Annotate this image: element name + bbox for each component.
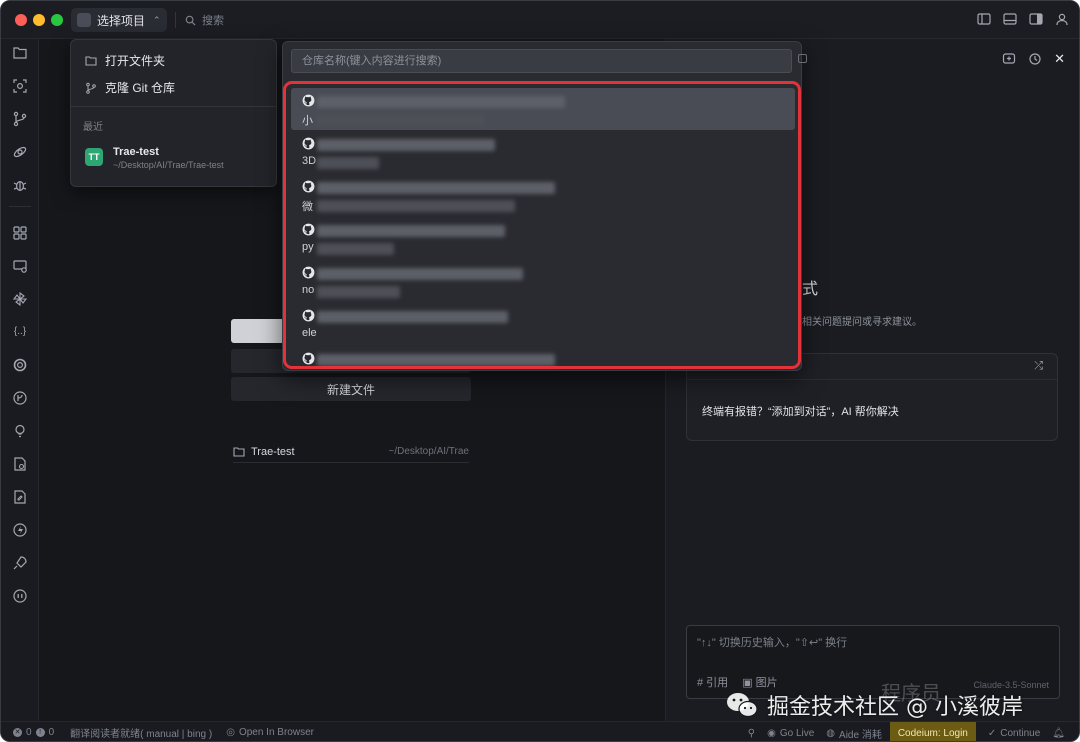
recent-project-name: Trae-test: [233, 446, 295, 458]
close-window-button[interactable]: [15, 14, 27, 26]
activity-divider: [9, 206, 31, 207]
remote-icon[interactable]: [12, 144, 28, 160]
recent-project-label: Trae-test: [251, 445, 295, 458]
go-live[interactable]: ◉ Go Live: [767, 728, 814, 739]
project-icon: [77, 13, 91, 27]
select-project-button[interactable]: 选择项目 ⌃: [71, 8, 167, 32]
maximize-window-button[interactable]: [51, 14, 63, 26]
toggle-panel-icon[interactable]: [1003, 12, 1017, 26]
warning-icon: !: [35, 728, 45, 737]
ring-icon[interactable]: [12, 357, 28, 373]
app-window: 选择项目 ⌃ 搜索 {..} 新建文件 Trae-test ~/Desktop/…: [0, 0, 1080, 742]
debug-icon[interactable]: [12, 177, 28, 193]
image-button[interactable]: ▣ 图片: [742, 674, 777, 690]
title-bar: 选择项目 ⌃ 搜索: [1, 1, 1079, 39]
rocket-icon[interactable]: [12, 555, 28, 571]
chevron-up-icon: ⌃: [153, 14, 161, 25]
select-project-label: 选择项目: [97, 13, 146, 28]
lightning-icon[interactable]: [12, 522, 28, 538]
divider: [175, 12, 176, 28]
recent-project-row[interactable]: Trae-test ~/Desktop/AI/Trae: [233, 441, 469, 463]
source-control-icon[interactable]: [12, 111, 28, 127]
recent-heading: 最近: [83, 122, 103, 133]
project-menu: 打开文件夹 克隆 Git 仓库 最近 TT Trae-test ~/Deskto…: [70, 39, 277, 187]
globe-icon: ◎: [226, 727, 235, 738]
codeium-login[interactable]: Codeium: Login: [889, 722, 976, 741]
chat-title: 式: [802, 281, 819, 298]
picker-scroll-indicator: [798, 54, 807, 63]
shuffle-icon[interactable]: ⤮: [1034, 360, 1043, 373]
chat-input-placeholder: "↑↓" 切换历史输入，"⇧↩" 换行: [697, 637, 848, 649]
radio-icon: ◉: [767, 727, 776, 739]
repo-search-input[interactable]: [291, 49, 792, 73]
check-icon: ✓: [987, 727, 997, 739]
reference-button[interactable]: # 引用: [697, 674, 728, 690]
menu-divider: [71, 106, 276, 107]
bell-icon[interactable]: 🔔︎: [1052, 728, 1065, 739]
activity-bar: {..}: [1, 39, 39, 721]
clone-repo-item[interactable]: 克隆 Git 仓库: [85, 79, 175, 96]
status-bar: ✕ 0 ! 0 翻译阅读者就绪( manual | bing ) ◎ Open …: [1, 721, 1079, 741]
toggle-sidebar-icon[interactable]: [977, 12, 991, 26]
branch-circle-icon[interactable]: [12, 390, 28, 406]
recent-project-name[interactable]: Trae-test: [113, 146, 159, 158]
new-chat-icon[interactable]: [1002, 52, 1016, 66]
pinwheel-icon[interactable]: [12, 291, 28, 307]
highlight-annotation: [283, 81, 801, 369]
search-label: 搜索: [202, 15, 224, 27]
chat-subtitle: 相关问题提问或寻求建议。: [802, 317, 922, 328]
recent-project-path: ~/Desktop/AI/Trae/Trae-test: [113, 160, 224, 170]
minimize-window-button[interactable]: [33, 14, 45, 26]
file-edit-icon[interactable]: [12, 489, 28, 505]
open-in-browser[interactable]: ◎ Open In Browser: [226, 727, 314, 738]
problems-indicator[interactable]: ✕ 0 ! 0: [13, 727, 54, 738]
image-label: 图片: [755, 677, 778, 689]
robot-icon[interactable]: [12, 588, 28, 604]
error-count: 0: [26, 727, 32, 738]
error-icon: ✕: [13, 728, 22, 737]
close-icon[interactable]: ✕: [1054, 51, 1065, 67]
remote-explorer-icon[interactable]: [12, 258, 28, 274]
watermark-text: 掘金技术社区 @ 小溪彼岸: [767, 695, 1023, 720]
wechat-logo-icon: [727, 693, 758, 718]
broadcast-icon[interactable]: ⚲: [748, 728, 755, 739]
global-search[interactable]: 搜索: [185, 12, 224, 28]
warning-count: 0: [48, 727, 55, 738]
watermark: 掘金技术社区 @ 小溪彼岸: [725, 689, 1023, 721]
recent-project-path: ~/Desktop/AI/Trae: [388, 446, 470, 457]
continue-status[interactable]: ✓ Continue: [988, 728, 1040, 739]
clone-repo-label: 克隆 Git 仓库: [105, 81, 176, 95]
continue-label: Continue: [1000, 727, 1041, 739]
search-icon: [185, 15, 196, 26]
open-folder-label: 打开文件夹: [105, 54, 166, 68]
chat-toolbar: ✕: [1002, 51, 1065, 67]
project-avatar: TT: [85, 148, 103, 166]
account-icon[interactable]: [1055, 12, 1069, 26]
aide-icon: ◍: [826, 727, 836, 739]
layout-controls: [977, 12, 1069, 26]
translate-status[interactable]: 翻译阅读者就绪( manual | bing ): [70, 725, 212, 740]
aide-status[interactable]: ◍ Aide 消耗: [826, 726, 882, 741]
status-right: ⚲ ◉ Go Live ◍ Aide 消耗 Codeium: Login ✓ Cont…: [736, 722, 1079, 741]
git-branch-icon: [86, 82, 96, 94]
open-folder-item[interactable]: 打开文件夹: [85, 52, 165, 69]
extensions-icon[interactable]: [12, 225, 28, 241]
explorer-icon[interactable]: [12, 45, 28, 61]
toggle-aux-sidebar-icon[interactable]: [1029, 12, 1043, 26]
folder-icon: [233, 447, 245, 457]
bulb-icon[interactable]: [12, 423, 28, 439]
tip-card-text: 终端有报错？“添加到对话”，AI 帮你解决: [702, 406, 899, 418]
chat-input[interactable]: "↑↓" 切换历史输入，"⇧↩" 换行 # 引用 ▣ 图片 Claude-3.5…: [686, 625, 1060, 699]
image-icon: ▣: [742, 677, 756, 689]
json-icon[interactable]: {..}: [12, 324, 28, 340]
chat-input-tools: # 引用 ▣ 图片: [697, 674, 778, 690]
test-file-icon[interactable]: [12, 456, 28, 472]
search-scan-icon[interactable]: [12, 78, 28, 94]
aide-label: Aide 消耗: [839, 729, 882, 741]
history-icon[interactable]: [1028, 52, 1042, 66]
go-live-label: Go Live: [779, 727, 815, 739]
open-in-browser-label: Open In Browser: [238, 727, 314, 738]
folder-icon: [85, 56, 97, 66]
